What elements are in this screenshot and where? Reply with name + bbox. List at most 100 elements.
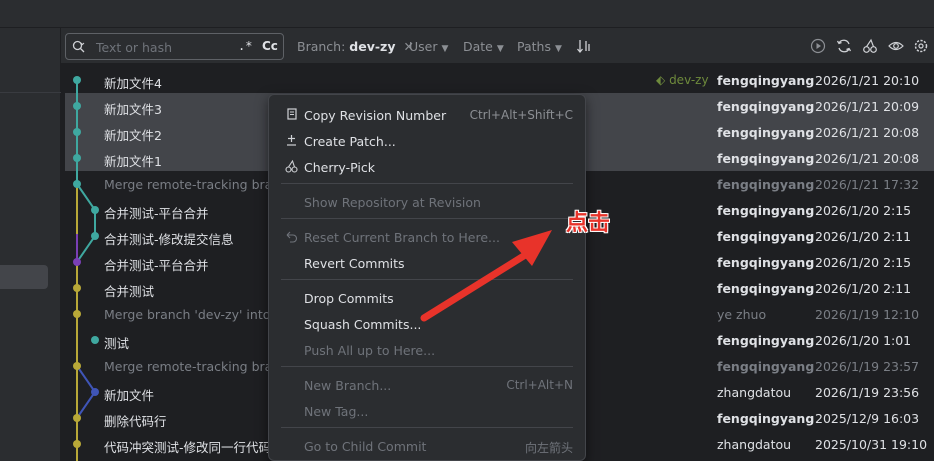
branch-filter-label: Branch: — [297, 39, 346, 54]
commit-message: 新加文件4 — [104, 76, 162, 91]
menu-item-new-branch: New Branch... Ctrl+Alt+N — [269, 372, 585, 398]
commit-graph — [73, 76, 99, 461]
branch-filter-value: dev-zy — [349, 39, 396, 54]
window-top-bar — [0, 0, 934, 28]
sort-icon[interactable] — [576, 38, 592, 54]
regex-toggle[interactable]: .* — [238, 39, 252, 53]
menu-item-reset-branch: Reset Current Branch to Here... — [269, 224, 585, 250]
graph-node — [73, 414, 81, 422]
search-box[interactable]: Text or hash .* Cc — [65, 33, 284, 60]
log-toolbar: Text or hash .* Cc Branch: dev-zy ✕ User… — [61, 28, 934, 64]
settings-icon[interactable] — [913, 38, 929, 54]
commit-message: 新加文件3 — [104, 102, 162, 117]
match-case-toggle[interactable]: Cc — [262, 39, 278, 53]
undo-icon — [286, 231, 298, 243]
chevron-down-icon: ▼ — [496, 44, 504, 54]
commit-message: Merge remote-tracking bran — [104, 359, 281, 374]
cherry-pick-icon[interactable] — [862, 38, 878, 54]
commit-message: 新加文件 — [104, 388, 155, 403]
commit-message: Merge branch 'dev-zy' into ' — [104, 307, 278, 322]
menu-item-cherry-pick[interactable]: Cherry-Pick — [269, 154, 585, 180]
commit-date: 2026/1/20 1:01 — [815, 333, 912, 348]
patch-icon — [287, 135, 296, 146]
menu-item-label: New Tag... — [304, 404, 369, 419]
commit-date: 2025/10/31 19:10 — [815, 437, 928, 452]
menu-item-shortcut: Ctrl+Alt+N — [506, 378, 573, 392]
commit-message: 合并测试-平台合并 — [104, 258, 209, 273]
menu-item-go-to-child: Go to Child Commit 向左箭头 — [269, 433, 585, 459]
graph-node — [73, 180, 81, 188]
menu-item-label: Drop Commits — [304, 291, 394, 306]
chevron-down-icon: ▼ — [554, 44, 562, 54]
date-filter-label: Date — [463, 39, 493, 54]
commit-date: 2026/1/20 2:15 — [815, 203, 912, 218]
menu-item-push-all: Push All up to Here... — [269, 337, 585, 363]
commit-message: 测试 — [104, 336, 130, 351]
eye-icon[interactable] — [888, 38, 904, 54]
commit-message: 新加文件1 — [104, 154, 162, 169]
menu-separator — [281, 218, 573, 219]
graph-node — [91, 336, 99, 344]
commit-author: fengqingyang — [717, 333, 815, 348]
user-filter-label: User — [409, 39, 438, 54]
commit-date: 2026/1/20 2:11 — [815, 229, 912, 244]
commit-context-menu: Copy Revision Number Ctrl+Alt+Shift+C Cr… — [268, 94, 586, 461]
commit-author: fengqingyang — [717, 255, 815, 270]
chevron-down-icon: ▼ — [441, 44, 449, 54]
graph-node — [73, 440, 81, 448]
commit-row[interactable]: 新加文件4 ⬖ dev-zy fengqingyang 2026/1/21 20… — [61, 67, 934, 93]
commit-message: 合并测试 — [104, 284, 155, 299]
commit-author: fengqingyang — [717, 281, 815, 296]
menu-item-label: Cherry-Pick — [304, 160, 375, 175]
commit-date: 2026/1/21 20:09 — [815, 99, 920, 114]
menu-separator — [281, 366, 573, 367]
commit-date: 2026/1/19 23:57 — [815, 359, 920, 374]
menu-item-drop-commits[interactable]: Drop Commits — [269, 285, 585, 311]
commit-author: zhangdatou — [717, 437, 792, 452]
commit-author: zhangdatou — [717, 385, 792, 400]
graph-node — [91, 206, 99, 214]
menu-item-copy-revision[interactable]: Copy Revision Number Ctrl+Alt+Shift+C — [269, 102, 585, 128]
graph-node — [73, 128, 81, 136]
user-filter[interactable]: User ▼ — [409, 39, 448, 54]
selected-branch-item[interactable] — [0, 265, 48, 289]
commit-date: 2026/1/20 2:15 — [815, 255, 912, 270]
menu-item-label: New Branch... — [304, 378, 392, 393]
tag-icon: ⬖ — [656, 73, 666, 87]
commit-message: 代码冲突测试-修改同一行代码 — [104, 440, 272, 455]
commit-author: fengqingyang — [717, 411, 815, 426]
commit-date: 2026/1/21 20:08 — [815, 125, 920, 140]
graph-node — [91, 388, 99, 396]
menu-item-revert-commits[interactable]: Revert Commits — [269, 250, 585, 276]
menu-item-squash-commits[interactable]: Squash Commits... — [269, 311, 585, 337]
menu-item-label: Copy Revision Number — [304, 108, 447, 123]
search-input[interactable]: Text or hash — [96, 40, 172, 55]
branches-pane — [0, 28, 61, 461]
menu-separator — [281, 183, 573, 184]
commit-author: fengqingyang — [717, 177, 815, 192]
annotation-label: 点击 — [566, 211, 611, 236]
menu-item-label: Show Repository at Revision — [304, 195, 481, 210]
play-icon[interactable] — [810, 38, 826, 54]
commit-message: 合并测试-平台合并 — [104, 206, 209, 221]
date-filter[interactable]: Date ▼ — [463, 39, 504, 54]
cherry-icon — [285, 160, 298, 173]
paths-filter[interactable]: Paths ▼ — [517, 39, 562, 54]
menu-separator — [281, 279, 573, 280]
commit-date: 2026/1/21 20:10 — [815, 73, 920, 88]
menu-item-create-patch[interactable]: Create Patch... — [269, 128, 585, 154]
menu-item-label: Push All up to Here... — [304, 343, 436, 358]
commit-author: fengqingyang — [717, 229, 815, 244]
commit-author: fengqingyang — [717, 99, 815, 114]
branch-filter[interactable]: Branch: dev-zy ✕ — [297, 39, 414, 54]
commit-author: fengqingyang — [717, 203, 815, 218]
commit-author: fengqingyang — [717, 359, 815, 374]
commit-date: 2026/1/21 20:08 — [815, 151, 920, 166]
refresh-icon[interactable] — [836, 38, 852, 54]
graph-node — [73, 310, 81, 318]
commit-date: 2026/1/19 23:56 — [815, 385, 920, 400]
commit-message: Merge remote-tracking bran — [104, 177, 281, 192]
menu-item-shortcut: 向左箭头 — [524, 441, 573, 455]
copy-icon — [287, 108, 297, 120]
commit-author: fengqingyang — [717, 151, 815, 166]
